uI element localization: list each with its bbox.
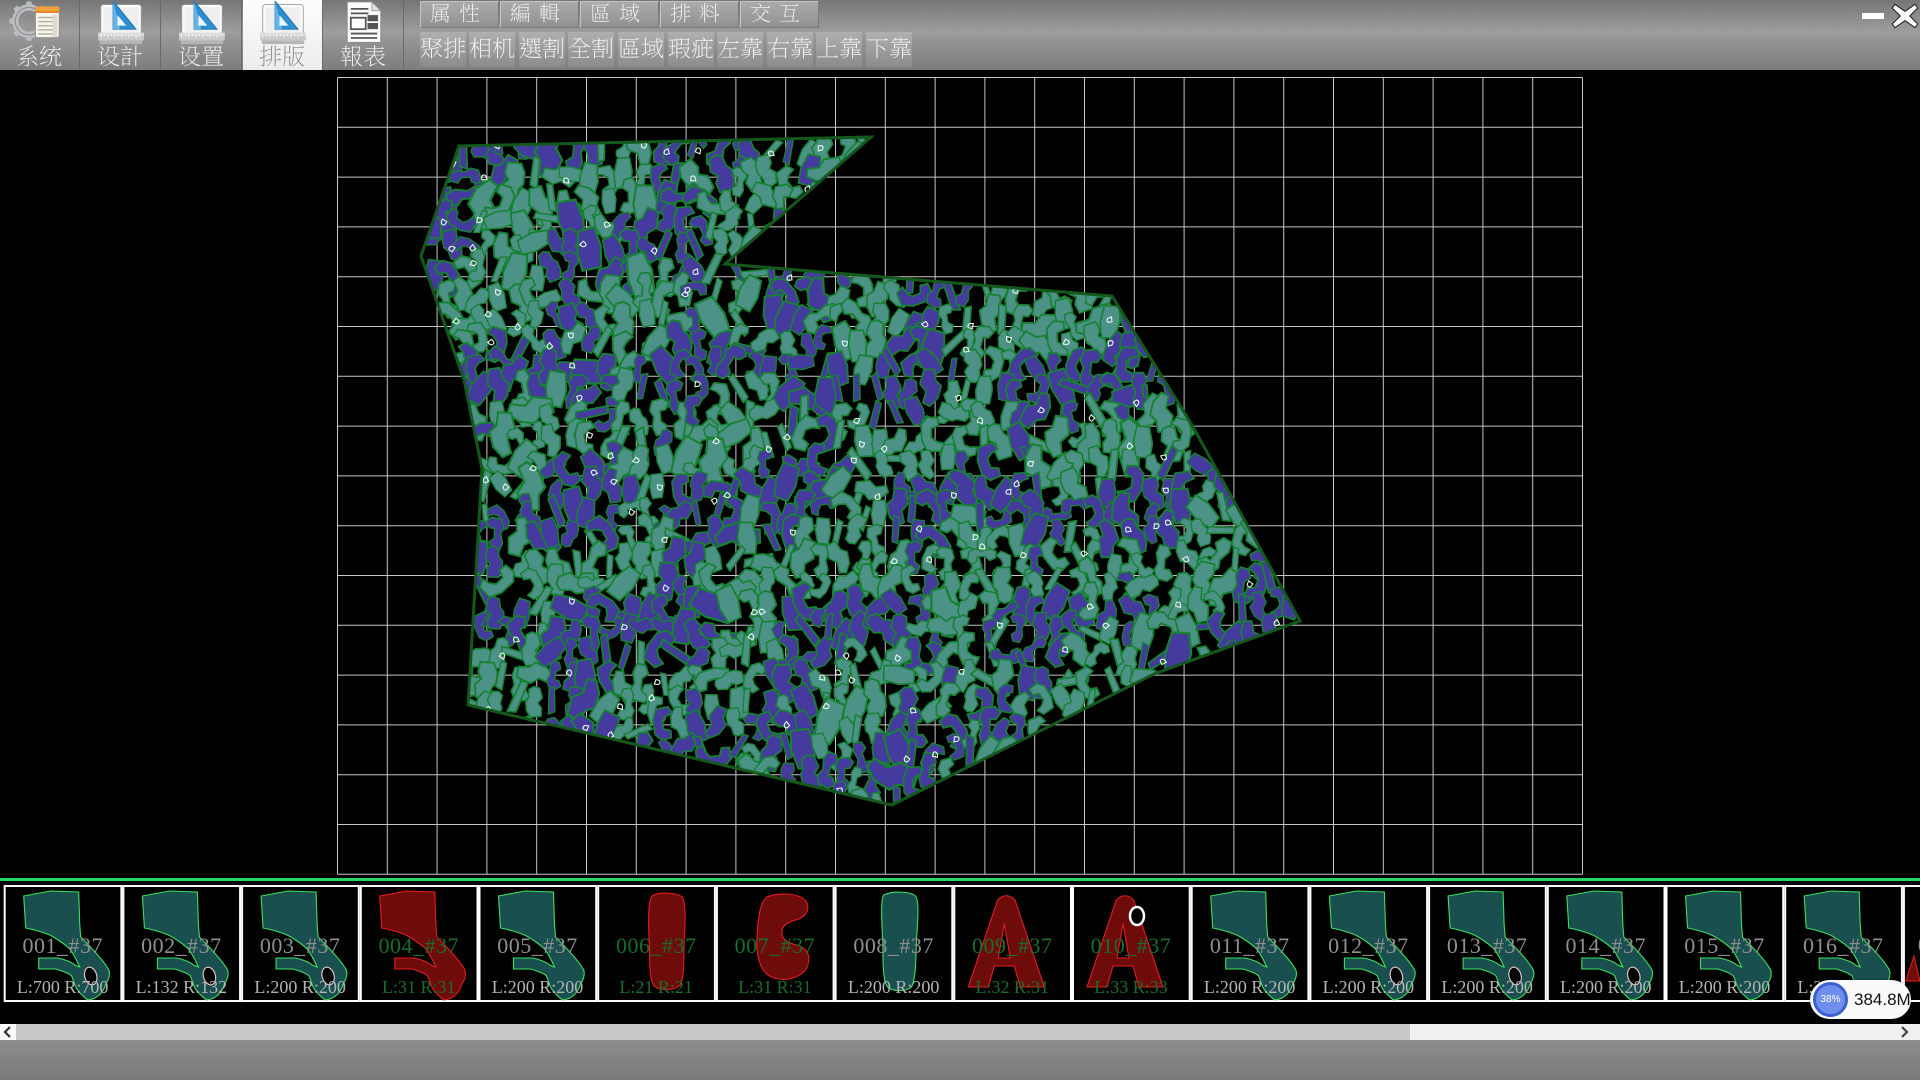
svg-text:015_#37: 015_#37 <box>1684 933 1765 958</box>
svg-text:001_#37: 001_#37 <box>22 933 103 958</box>
svg-text:010_#37: 010_#37 <box>1091 933 1172 958</box>
svg-text:L:33 R:33: L:33 R:33 <box>1094 977 1168 997</box>
svg-text:L:200 R:200: L:200 R:200 <box>1679 977 1771 997</box>
svg-text:L:200 R:200: L:200 R:200 <box>254 977 346 997</box>
svg-text:004_#37: 004_#37 <box>379 933 460 958</box>
svg-text:L:32 R:31: L:32 R:31 <box>976 977 1050 997</box>
svg-text:L:132 R:132: L:132 R:132 <box>136 977 228 997</box>
svg-text:003_#37: 003_#37 <box>260 933 341 958</box>
svg-text:013_#37: 013_#37 <box>1447 933 1528 958</box>
svg-text:L:200 R:200: L:200 R:200 <box>1560 977 1652 997</box>
svg-text:011_#37: 011_#37 <box>1210 933 1290 958</box>
svg-text:L:200 R:200: L:200 R:200 <box>1441 977 1533 997</box>
svg-text:009_#37: 009_#37 <box>972 933 1053 958</box>
svg-text:L:31 R:31: L:31 R:31 <box>738 977 812 997</box>
svg-text:L:700 R:700: L:700 R:700 <box>17 977 109 997</box>
svg-text:016_#37: 016_#37 <box>1803 933 1884 958</box>
svg-text:012_#37: 012_#37 <box>1328 933 1409 958</box>
svg-text:L:200 R:200: L:200 R:200 <box>848 977 940 997</box>
svg-text:L:21 R:21: L:21 R:21 <box>619 977 693 997</box>
svg-text:005_#37: 005_#37 <box>497 933 578 958</box>
svg-text:L:200 R:200: L:200 R:200 <box>1204 977 1296 997</box>
svg-text:006_#37: 006_#37 <box>616 933 697 958</box>
svg-text:008_#37: 008_#37 <box>853 933 934 958</box>
svg-text:014_#37: 014_#37 <box>1566 933 1647 958</box>
svg-text:L:200 R:200: L:200 R:200 <box>492 977 584 997</box>
svg-text:L:31 R:31: L:31 R:31 <box>382 977 456 997</box>
svg-text:002_#37: 002_#37 <box>141 933 222 958</box>
svg-text:L:200 R:200: L:200 R:200 <box>1323 977 1415 997</box>
svg-text:007_#37: 007_#37 <box>735 933 816 958</box>
